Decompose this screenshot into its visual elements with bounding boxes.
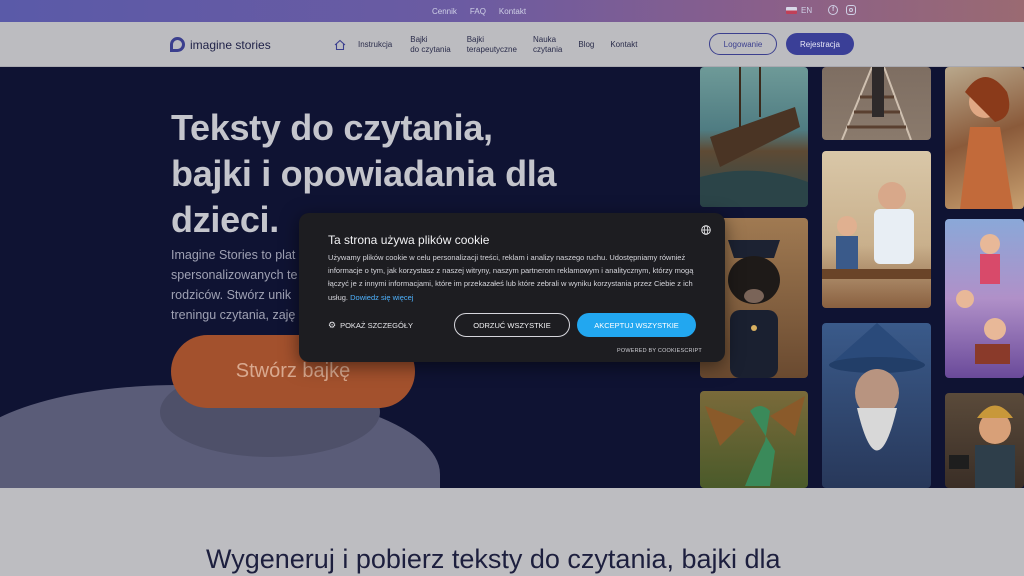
nav-item-label-2: terapeutyczne bbox=[466, 44, 517, 54]
accept-all-button[interactable]: AKCEPTUJ WSZYSTKIE bbox=[577, 313, 696, 337]
nav-item-blog[interactable]: Blog bbox=[578, 40, 594, 50]
home-icon[interactable] bbox=[334, 39, 346, 51]
nav-item-label-2: czytania bbox=[532, 44, 563, 54]
top-links: Cennik FAQ Kontakt bbox=[432, 7, 526, 16]
register-button[interactable]: Rejestracja bbox=[786, 33, 854, 55]
nav-item-label: Bajki bbox=[466, 34, 485, 44]
hero-title-line: bajki i opowiadania dla bbox=[171, 153, 557, 194]
children-group-illustration bbox=[945, 219, 1024, 378]
learn-more-link[interactable]: Dowiedz się więcej bbox=[350, 293, 413, 302]
nav-item-label-2: do czytania bbox=[410, 44, 451, 54]
show-details-label: POKAŻ SZCZEGÓŁY bbox=[340, 321, 414, 330]
powered-by-label: POWERED BY COOKIESCRIPT bbox=[617, 348, 702, 354]
top-link-pricing[interactable]: Cennik bbox=[432, 7, 457, 16]
uk-flag-icon[interactable] bbox=[786, 6, 797, 14]
nav-item-instructions[interactable]: Instrukcja bbox=[358, 40, 392, 50]
reject-all-button[interactable]: ODRZUĆ WSZYSTKIE bbox=[454, 313, 570, 337]
nav-item-therapeutic-stories[interactable]: Bajki terapeutyczne bbox=[467, 35, 517, 55]
main-nav: imagine stories Instrukcja Bajki do czyt… bbox=[0, 22, 1024, 67]
logo[interactable]: imagine stories bbox=[170, 37, 271, 52]
nav-item-contact-label: Kontakt bbox=[610, 39, 638, 49]
nav-item-instructions-label: Instrukcja bbox=[358, 39, 393, 49]
dragon-illustration bbox=[700, 391, 808, 488]
language-switch[interactable]: EN bbox=[801, 6, 812, 15]
logo-text: imagine stories bbox=[190, 37, 271, 52]
nav-item-stories-to-read[interactable]: Bajki do czytania bbox=[410, 35, 450, 55]
top-bar-right: EN f bbox=[786, 5, 857, 15]
hero-text-line: Imagine Stories to plat bbox=[171, 248, 296, 262]
instagram-icon[interactable] bbox=[846, 5, 857, 15]
nav-item-blog-label: Blog bbox=[578, 39, 595, 49]
nav-items: Instrukcja Bajki do czytania Bajki terap… bbox=[334, 22, 637, 67]
show-details-button[interactable]: ⚙ POKAŻ SZCZEGÓŁY bbox=[328, 320, 413, 331]
nav-item-learn-reading[interactable]: Nauka czytania bbox=[533, 35, 562, 55]
hero-title-line: dzieci. bbox=[171, 199, 279, 240]
top-bar: Cennik FAQ Kontakt EN f bbox=[0, 0, 1024, 22]
top-link-faq[interactable]: FAQ bbox=[470, 7, 486, 16]
features-section: Wygeneruj i pobierz teksty do czytania, … bbox=[0, 488, 1024, 576]
top-link-contact[interactable]: Kontakt bbox=[499, 7, 526, 16]
login-button[interactable]: Logowanie bbox=[709, 33, 777, 55]
facebook-icon[interactable]: f bbox=[828, 5, 839, 15]
hero-text-line: spersonalizowanych te bbox=[171, 268, 298, 282]
cookie-description: Używamy plików cookie w celu personaliza… bbox=[328, 251, 700, 304]
young-man-illustration bbox=[945, 393, 1024, 488]
globe-icon[interactable] bbox=[701, 222, 711, 235]
hero-text-line: rodziców. Stwórz unik bbox=[171, 288, 292, 302]
nav-item-label: Nauka bbox=[532, 34, 557, 44]
cookie-title: Ta strona używa plików cookie bbox=[328, 233, 490, 247]
hero-title-line: Teksty do czytania, bbox=[171, 107, 493, 148]
ship-illustration bbox=[700, 67, 808, 207]
doctor-boy-illustration bbox=[822, 151, 931, 308]
nav-item-contact[interactable]: Kontakt bbox=[610, 40, 637, 50]
hero-text-line: treningu czytania, zaję bbox=[171, 308, 296, 322]
dancing-girl-illustration bbox=[945, 67, 1024, 209]
section-title: Wygeneruj i pobierz teksty do czytania, … bbox=[206, 544, 781, 574]
logo-icon bbox=[170, 37, 185, 52]
nav-item-label: Bajki bbox=[410, 34, 428, 44]
wizard-illustration bbox=[822, 323, 931, 488]
cookie-consent-dialog: Ta strona używa plików cookie Używamy pl… bbox=[299, 213, 725, 362]
railway-illustration bbox=[822, 67, 931, 140]
gear-icon: ⚙ bbox=[328, 320, 337, 330]
